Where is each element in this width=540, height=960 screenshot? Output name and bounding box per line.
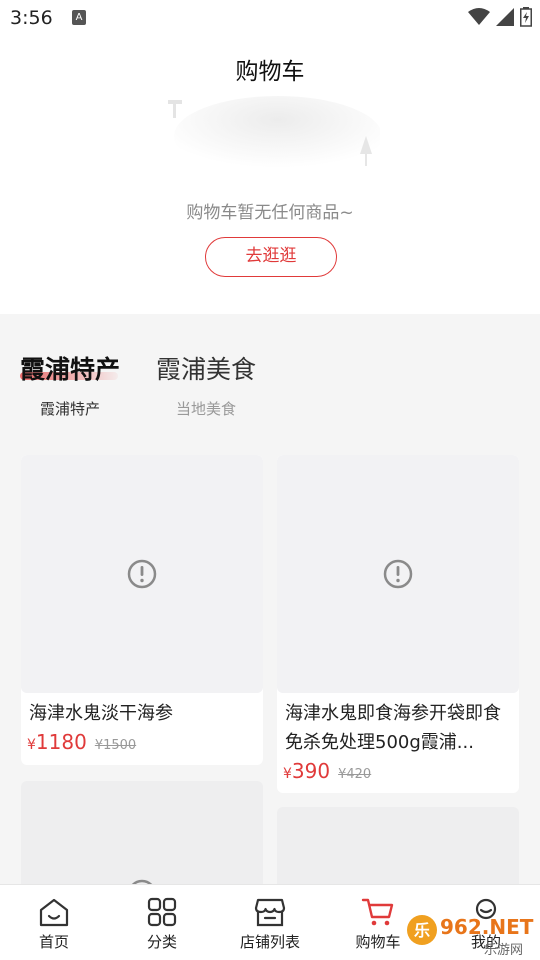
tab-subtitle: 霞浦特产 bbox=[40, 400, 101, 418]
nav-label: 首页 bbox=[38, 933, 69, 951]
home-icon bbox=[37, 895, 71, 929]
empty-cart-text: 购物车暂无任何商品~ bbox=[186, 203, 354, 223]
notification-a-icon: A bbox=[72, 10, 86, 25]
product-card[interactable] bbox=[21, 781, 263, 891]
product-card[interactable]: 海津水鬼淡干海参 ¥1180 ¥1500 bbox=[21, 455, 263, 765]
cart-header: 购物车 购物车暂无任何商品~ 去逛逛 bbox=[0, 38, 540, 314]
status-icons bbox=[468, 7, 532, 27]
product-price: ¥1180 bbox=[27, 730, 87, 754]
nav-category[interactable]: 分类 bbox=[108, 885, 216, 960]
product-old-price: ¥420 bbox=[338, 767, 372, 782]
svg-text:乐: 乐 bbox=[414, 921, 430, 940]
product-name: 海津水鬼即食海参开袋即食免杀免处理500g霞浦... bbox=[285, 703, 501, 753]
page-title: 购物车 bbox=[235, 59, 305, 85]
watermark-text: 962.NET bbox=[440, 915, 534, 939]
signal-icon bbox=[496, 8, 514, 26]
nav-home[interactable]: 首页 bbox=[0, 885, 108, 960]
nav-store-list[interactable]: 店铺列表 bbox=[216, 885, 324, 960]
product-old-price: ¥1500 bbox=[94, 738, 137, 753]
product-prices: ¥390 ¥420 bbox=[277, 757, 519, 791]
watermark-sub: 乐游网 bbox=[484, 943, 523, 958]
tab-subtitle: 当地美食 bbox=[176, 400, 237, 418]
cart-icon bbox=[361, 895, 395, 929]
go-shopping-button[interactable]: 去逛逛 bbox=[205, 237, 337, 277]
product-image-placeholder bbox=[21, 455, 263, 693]
product-image-placeholder bbox=[277, 455, 519, 693]
product-card[interactable]: 海津水鬼即食海参开袋即食免杀免处理500g霞浦... ¥390 ¥420 bbox=[277, 455, 519, 793]
empty-cart-illustration bbox=[168, 96, 380, 176]
tab-title: 霞浦特产 bbox=[20, 355, 121, 384]
store-icon bbox=[253, 895, 287, 929]
nav-label: 分类 bbox=[146, 933, 177, 951]
tab-title: 霞浦美食 bbox=[156, 355, 257, 384]
product-price: ¥390 bbox=[283, 759, 331, 783]
status-time: 3:56 bbox=[10, 7, 53, 29]
image-error-icon bbox=[127, 559, 157, 589]
nav-label: 购物车 bbox=[355, 933, 401, 951]
image-error-icon bbox=[383, 559, 413, 589]
category-tabs: 霞浦特产 霞浦特产 霞浦美食 当地美食 bbox=[20, 350, 256, 419]
battery-icon bbox=[520, 7, 532, 27]
grid-icon bbox=[145, 895, 179, 929]
wifi-icon bbox=[468, 8, 490, 25]
tab-xiapu-specialty[interactable]: 霞浦特产 霞浦特产 bbox=[20, 350, 120, 419]
product-prices: ¥1180 ¥1500 bbox=[21, 728, 263, 762]
product-name: 海津水鬼淡干海参 bbox=[29, 703, 173, 724]
status-bar: 3:56 A bbox=[0, 0, 540, 38]
nav-label: 店铺列表 bbox=[239, 933, 300, 951]
tab-xiapu-food[interactable]: 霞浦美食 当地美食 bbox=[156, 350, 256, 419]
site-watermark: 乐 962.NET 乐游网 bbox=[407, 915, 534, 958]
